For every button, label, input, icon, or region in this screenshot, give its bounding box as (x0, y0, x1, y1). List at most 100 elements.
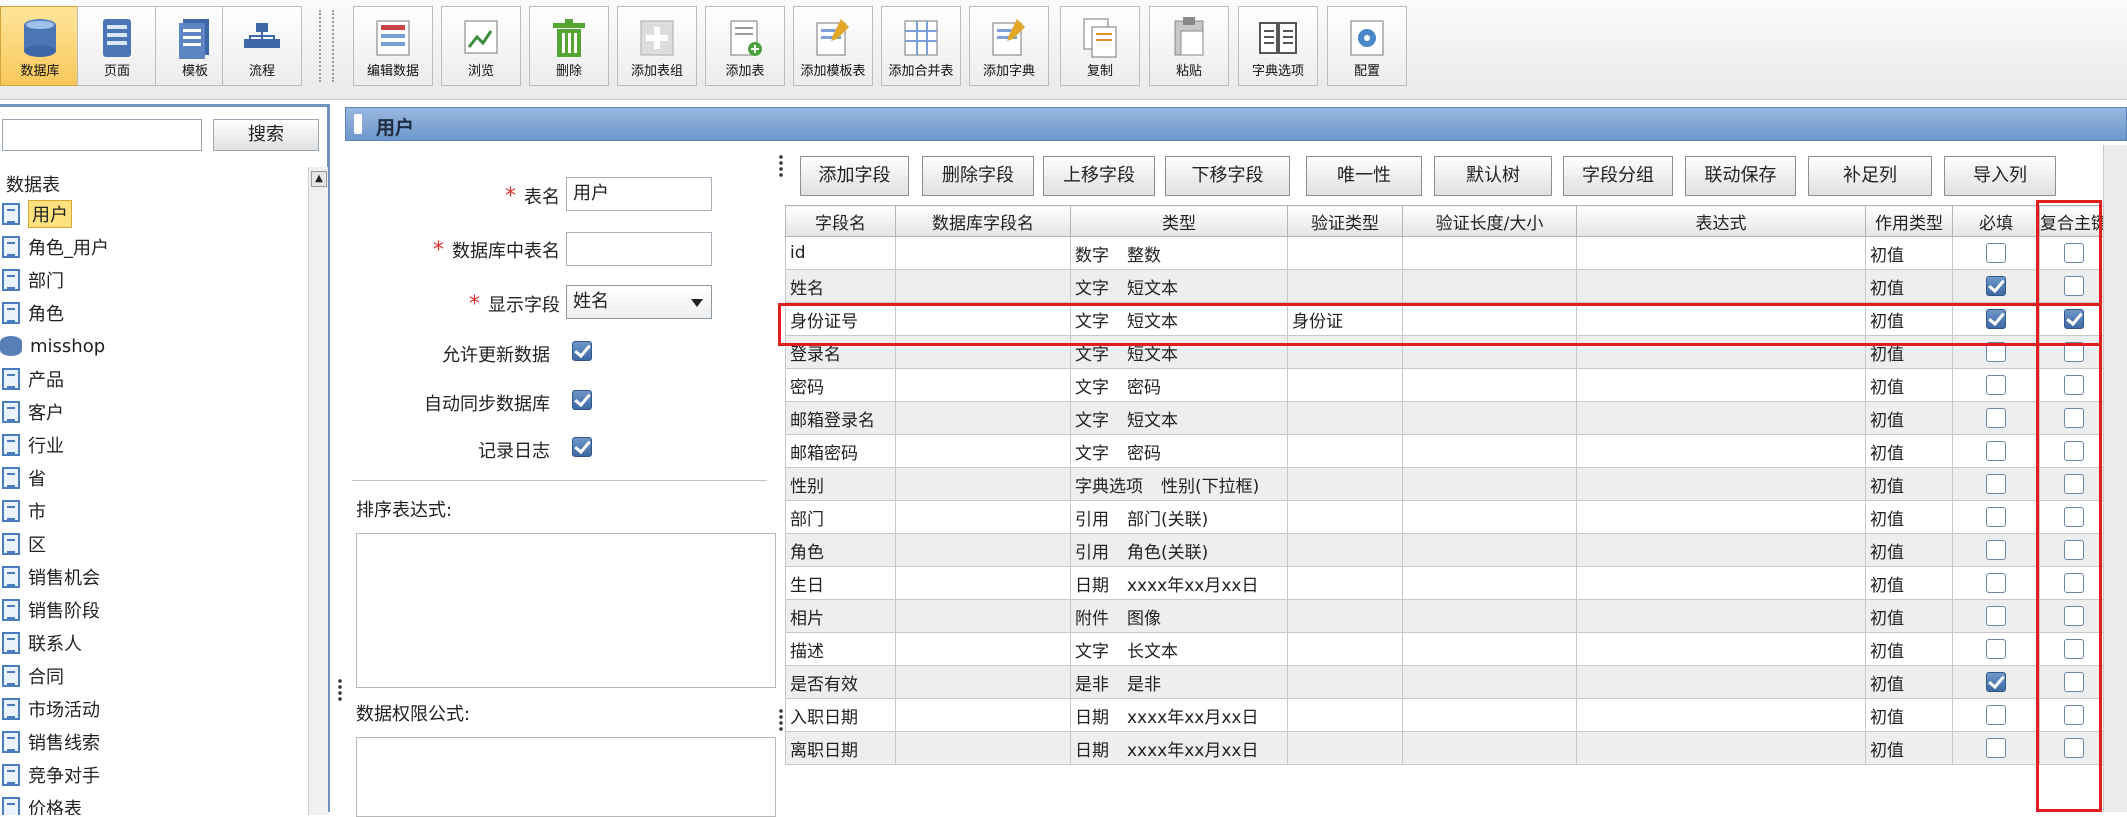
expression-cell[interactable] (1576, 632, 1866, 666)
db-field-name-cell[interactable] (895, 566, 1071, 600)
tree-item[interactable]: 角色_用户 (0, 232, 109, 262)
validation-type-cell[interactable] (1287, 731, 1403, 765)
usage-type-cell[interactable]: 初值 (1865, 401, 1953, 435)
validation-length-cell[interactable] (1402, 731, 1577, 765)
expression-cell[interactable] (1576, 434, 1866, 468)
tree-item[interactable]: 用户 (0, 199, 72, 229)
field-button-4[interactable]: 唯一性 (1306, 156, 1422, 196)
field-name-cell[interactable]: 生日 (785, 566, 896, 600)
right-scrollbar[interactable] (2103, 145, 2127, 812)
usage-type-cell[interactable]: 初值 (1865, 434, 1953, 468)
tree-item[interactable]: 销售线索 (0, 727, 100, 757)
table-row[interactable]: 生日 日期 xxxx年xx月xx日 初值 (785, 566, 2109, 600)
db-field-name-cell[interactable] (895, 467, 1071, 501)
required-checkbox[interactable] (1986, 375, 2006, 395)
table-row[interactable]: 性别 字典选项 性别(下拉框) 初值 (785, 467, 2109, 501)
toolbar-button-7[interactable]: 添加表组 (617, 6, 697, 86)
expression-cell[interactable] (1576, 368, 1866, 402)
validation-type-cell[interactable] (1287, 269, 1403, 303)
validation-length-cell[interactable] (1402, 665, 1577, 699)
toolbar-button-12[interactable]: 复制 (1060, 6, 1140, 86)
expression-cell[interactable] (1576, 401, 1866, 435)
toolbar-button-6[interactable]: 删除 (529, 6, 609, 86)
toolbar-button-5[interactable]: 浏览 (441, 6, 521, 86)
composite-key-checkbox[interactable] (2064, 276, 2084, 296)
field-button-2[interactable]: 上移字段 (1043, 156, 1155, 196)
composite-key-checkbox[interactable] (2064, 309, 2084, 329)
table-row[interactable]: 邮箱密码 文字 密码 初值 (785, 434, 2109, 468)
required-checkbox[interactable] (1986, 639, 2006, 659)
field-button-0[interactable]: 添加字段 (800, 156, 909, 196)
type-cell[interactable]: 文字 短文本 (1070, 269, 1288, 303)
type-cell[interactable]: 日期 xxxx年xx月xx日 (1070, 731, 1288, 765)
tree-item[interactable]: 竞争对手 (0, 760, 100, 790)
field-button-9[interactable]: 导入列 (1944, 156, 2056, 196)
composite-key-checkbox[interactable] (2064, 342, 2084, 362)
usage-type-cell[interactable]: 初值 (1865, 335, 1953, 369)
usage-type-cell[interactable]: 初值 (1865, 566, 1953, 600)
type-cell[interactable]: 数字 整数 (1070, 236, 1288, 270)
type-cell[interactable]: 文字 长文本 (1070, 632, 1288, 666)
type-cell[interactable]: 是非 是非 (1070, 665, 1288, 699)
tree-item[interactable]: 产品 (0, 364, 64, 394)
usage-type-cell[interactable]: 初值 (1865, 632, 1953, 666)
validation-length-cell[interactable] (1402, 368, 1577, 402)
column-header[interactable]: 复合主键 (2039, 205, 2109, 237)
column-header[interactable]: 必填 (1952, 205, 2040, 237)
type-cell[interactable]: 附件 图像 (1070, 599, 1288, 633)
table-row[interactable]: 入职日期 日期 xxxx年xx月xx日 初值 (785, 698, 2109, 732)
tree-item[interactable]: 销售阶段 (0, 595, 100, 625)
db-field-name-cell[interactable] (895, 698, 1071, 732)
table-row[interactable]: 邮箱登录名 文字 短文本 初值 (785, 401, 2109, 435)
toolbar-button-9[interactable]: 添加模板表 (793, 6, 873, 86)
field-name-cell[interactable]: 部门 (785, 500, 896, 534)
table-row[interactable]: 角色 引用 角色(关联) 初值 (785, 533, 2109, 567)
tree-item[interactable]: 联系人 (0, 628, 82, 658)
column-header[interactable]: 作用类型 (1865, 205, 1953, 237)
validation-length-cell[interactable] (1402, 500, 1577, 534)
usage-type-cell[interactable]: 初值 (1865, 698, 1953, 732)
expression-cell[interactable] (1576, 533, 1866, 567)
validation-type-cell[interactable]: 身份证 (1287, 302, 1403, 336)
column-header[interactable]: 验证类型 (1287, 205, 1403, 237)
composite-key-checkbox[interactable] (2064, 639, 2084, 659)
field-name-cell[interactable]: 身份证号 (785, 302, 896, 336)
field-name-cell[interactable]: 相片 (785, 599, 896, 633)
type-cell[interactable]: 日期 xxxx年xx月xx日 (1070, 566, 1288, 600)
expression-cell[interactable] (1576, 566, 1866, 600)
scroll-up-icon[interactable]: ▲ (311, 171, 327, 187)
tree-root-label[interactable]: 数据表 (6, 171, 60, 197)
type-cell[interactable]: 日期 xxxx年xx月xx日 (1070, 698, 1288, 732)
tree-item[interactable]: 省 (0, 463, 46, 493)
db-field-name-cell[interactable] (895, 665, 1071, 699)
db-field-name-cell[interactable] (895, 335, 1071, 369)
toolbar-button-8[interactable]: 添加表 (705, 6, 785, 86)
field-name-cell[interactable]: 姓名 (785, 269, 896, 303)
table-row[interactable]: 登录名 文字 短文本 初值 (785, 335, 2109, 369)
usage-type-cell[interactable]: 初值 (1865, 731, 1953, 765)
db-field-name-cell[interactable] (895, 632, 1071, 666)
composite-key-checkbox[interactable] (2064, 705, 2084, 725)
table-row[interactable]: 离职日期 日期 xxxx年xx月xx日 初值 (785, 731, 2109, 765)
table-name-input[interactable]: 用户 (566, 177, 712, 211)
field-name-cell[interactable]: 离职日期 (785, 731, 896, 765)
table-row[interactable]: 密码 文字 密码 初值 (785, 368, 2109, 402)
usage-type-cell[interactable]: 初值 (1865, 500, 1953, 534)
required-checkbox[interactable] (1986, 573, 2006, 593)
validation-length-cell[interactable] (1402, 401, 1577, 435)
composite-key-checkbox[interactable] (2064, 672, 2084, 692)
required-checkbox[interactable] (1986, 276, 2006, 296)
validation-type-cell[interactable] (1287, 368, 1403, 402)
tree-item[interactable]: 区 (0, 529, 46, 559)
db-table-name-input[interactable] (566, 232, 712, 266)
tree-item[interactable]: 合同 (0, 661, 64, 691)
validation-type-cell[interactable] (1287, 698, 1403, 732)
type-cell[interactable]: 字典选项 性别(下拉框) (1070, 467, 1288, 501)
sort-expression-textarea[interactable] (356, 533, 776, 688)
allow-update-checkbox[interactable] (572, 341, 592, 361)
validation-type-cell[interactable] (1287, 434, 1403, 468)
validation-type-cell[interactable] (1287, 533, 1403, 567)
column-header[interactable]: 表达式 (1576, 205, 1866, 237)
table-row[interactable]: 是否有效 是非 是非 初值 (785, 665, 2109, 699)
tree-item[interactable]: 市 (0, 496, 46, 526)
